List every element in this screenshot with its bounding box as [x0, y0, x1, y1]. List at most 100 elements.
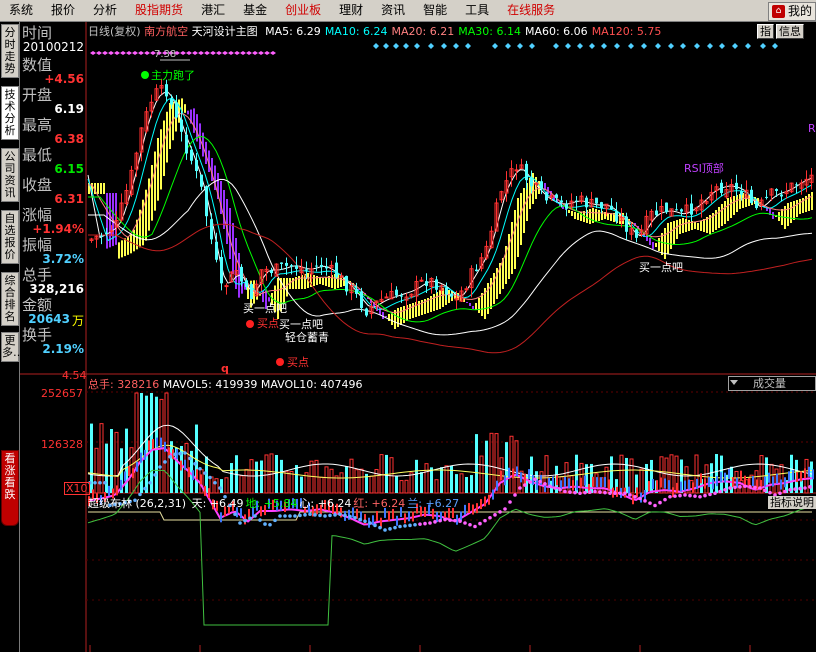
candle-body-down [560, 200, 563, 203]
side-tab-0[interactable]: 分时走势 [1, 24, 19, 78]
volume-axis-scale: X10 [64, 482, 90, 495]
ma-label-3: MA30: 6.14 [458, 25, 521, 38]
boll-dot [438, 518, 442, 523]
volume-bar-down [345, 465, 348, 493]
candle-body-down [530, 177, 533, 187]
cyan-dot [414, 43, 420, 49]
menu-item-5[interactable]: 基金 [234, 0, 276, 21]
side-tab-3[interactable]: 自选报价 [1, 210, 19, 264]
cyan-dot [760, 43, 766, 49]
boll-dot [303, 513, 307, 517]
volume-bar-down [295, 465, 298, 493]
boll-dot [708, 492, 712, 497]
volume-bar-up [369, 475, 374, 494]
indicator-value-2: 心: +6.24 [299, 497, 352, 510]
menu-item-10[interactable]: 工具 [456, 0, 498, 21]
side-tab-4[interactable]: 综合排名 [1, 272, 19, 326]
cyan-dot [719, 43, 725, 49]
boll-dot [563, 489, 567, 494]
mine-button[interactable]: ⌂ 我的 [767, 2, 816, 21]
indicator-value-3: 红: +6.24 [353, 497, 406, 510]
info-button[interactable]: 信息 [776, 24, 804, 39]
boll-dot [733, 485, 737, 490]
pink-dot [132, 51, 138, 55]
menu-item-1[interactable]: 报价 [42, 0, 84, 21]
cyan-dot [732, 43, 738, 49]
boll-dot [308, 512, 312, 517]
volume-bar-up [479, 455, 484, 494]
indicator-switch-button[interactable]: 指 [757, 24, 774, 39]
candle-body-down [585, 197, 588, 208]
candle-body-down [180, 119, 183, 132]
candle-body-down [615, 211, 618, 222]
boll-dot [298, 513, 302, 518]
volume-bar-up [329, 468, 334, 494]
boll-dot [178, 451, 182, 456]
candle-body-down [610, 205, 613, 210]
volume-dropdown-label: 成交量 [753, 377, 786, 390]
buy-annotation-1: 买一点吧 [243, 302, 287, 315]
boll-dot [748, 485, 752, 489]
volume-total-label: 总手: 328216 [88, 378, 160, 391]
volume-bar-down [230, 463, 233, 493]
boll-dot [673, 494, 677, 498]
menu-item-4[interactable]: 港汇 [192, 0, 234, 21]
boll-dot [213, 480, 217, 485]
candle-body-down [565, 203, 568, 209]
menu-item-3[interactable]: 股指期货 [126, 0, 192, 21]
volume-bar-down [505, 442, 508, 493]
side-tab-5[interactable]: 更多… [1, 332, 24, 362]
boll-dot [403, 524, 407, 528]
pink-dot [138, 51, 144, 55]
candle-body-down [435, 279, 438, 290]
boll-dot [368, 521, 372, 525]
boll-dot [448, 518, 452, 522]
volume-bar-down [800, 480, 803, 493]
q-marker: q [221, 362, 229, 375]
volume-bar-up [224, 477, 229, 494]
rsi-top-annotation: RSI顶部 [684, 162, 724, 175]
side-tab-2[interactable]: 公司资讯 [1, 148, 19, 202]
menu-item-9[interactable]: 智能 [414, 0, 456, 21]
boll-dot [203, 471, 207, 475]
boll-dot [478, 521, 482, 526]
boll-dot [648, 501, 652, 505]
boll-dot [138, 492, 142, 497]
menu-item-11[interactable]: 在线服务 [498, 0, 564, 21]
buy-point-1: 买点 [257, 317, 279, 330]
boll-dot [753, 485, 757, 490]
side-tabs: 分时走势技术分析公司资讯自选报价综合排名更多… 看涨看跌 [0, 22, 24, 652]
menu-item-7[interactable]: 理财 [330, 0, 372, 21]
candle-body-down [795, 184, 798, 186]
boll-dot [718, 489, 722, 494]
menu-item-8[interactable]: 资讯 [372, 0, 414, 21]
volume-bar-up [324, 466, 329, 494]
cyan-dot [465, 43, 471, 49]
cyan-dot [403, 43, 409, 49]
side-tab-1[interactable]: 技术分析 [1, 86, 19, 140]
bull-bear-tab[interactable]: 看涨看跌 [1, 450, 19, 526]
boll-dot [268, 522, 272, 527]
volume-bar-down [440, 467, 443, 493]
chart-canvas[interactable] [0, 0, 816, 652]
chevron-down-icon [730, 380, 738, 385]
candle-body-down [545, 192, 548, 201]
menu-item-6[interactable]: 创业板 [276, 0, 330, 21]
indicator-help-button[interactable]: 指标说明 [768, 496, 816, 509]
menu-item-0[interactable]: 系统 [0, 0, 42, 21]
candle-body-down [220, 256, 223, 284]
volume-bar-up [379, 454, 384, 494]
boll-dot [788, 487, 792, 492]
volume-bar-up [134, 392, 139, 494]
ma-label-5: MA120: 5.75 [591, 25, 662, 38]
pink-dot [192, 51, 198, 55]
volume-bar-down [455, 474, 458, 493]
volume-axis-max: 252657 [41, 387, 83, 400]
candle-body-down [105, 232, 108, 234]
indicator-value-0: 天: +6.49 [191, 497, 244, 510]
volume-indicator-dropdown[interactable]: 成交量 [728, 376, 816, 391]
boll-dot [688, 493, 692, 498]
menu-item-2[interactable]: 分析 [84, 0, 126, 21]
candle-body-down [635, 229, 638, 238]
boll-dot [508, 500, 512, 504]
